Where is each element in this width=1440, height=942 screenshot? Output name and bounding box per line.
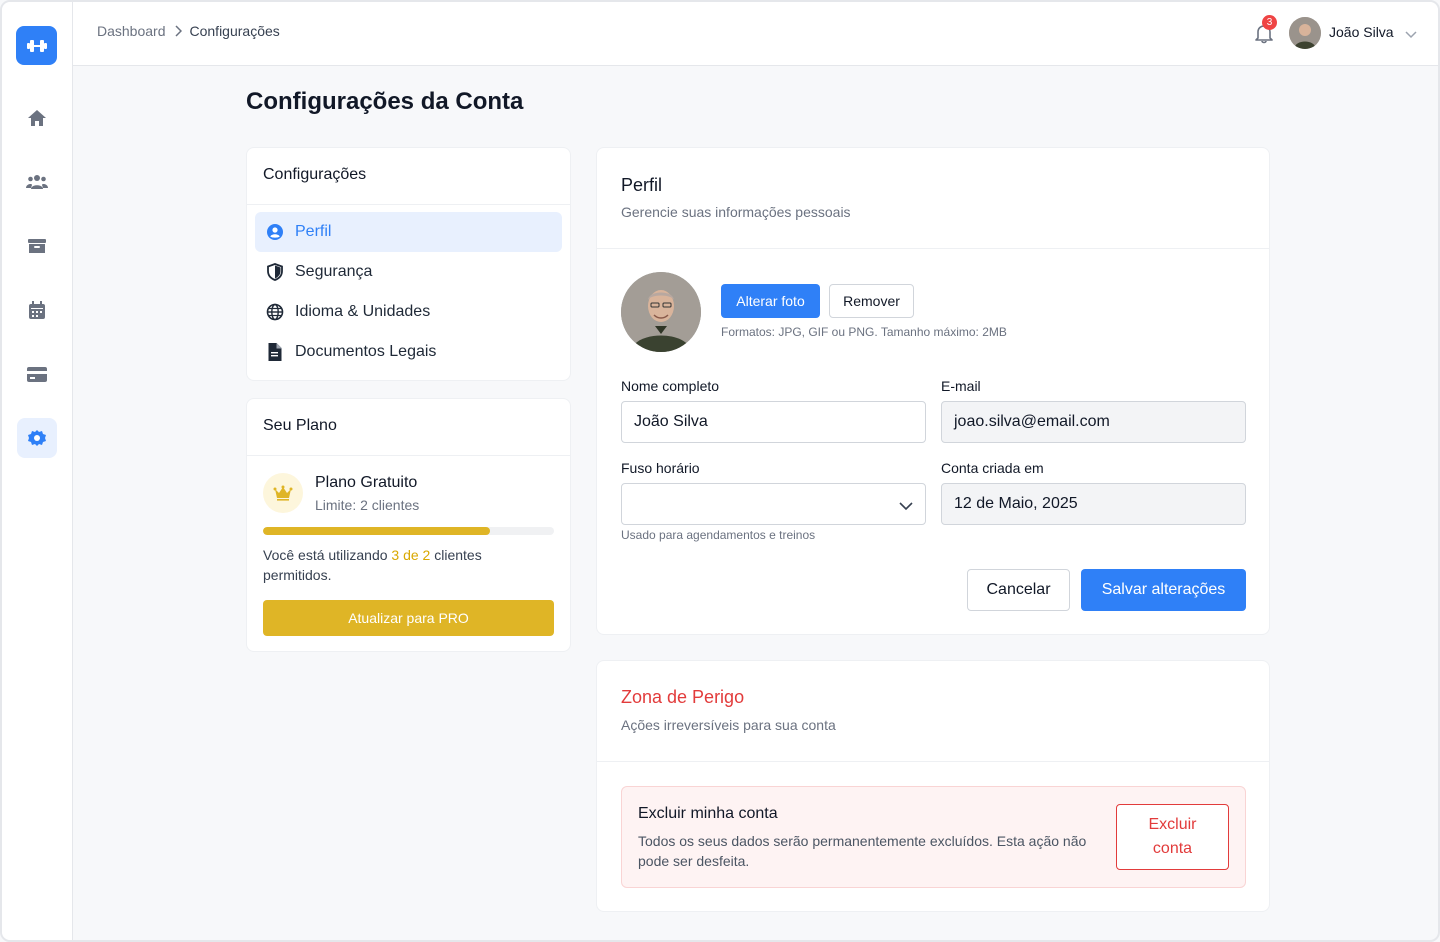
chevron-down-icon [899,498,913,516]
users-icon [26,175,48,189]
shield-icon [265,262,285,282]
timezone-label: Fuso horário [621,460,700,476]
created-label: Conta criada em [941,460,1044,476]
divider [597,248,1269,249]
profile-card: Perfil Gerencie suas informações pessoai… [596,147,1270,635]
menu-item-label: Segurança [295,263,373,280]
delete-account-box: Excluir minha conta Todos os seus dados … [621,786,1246,888]
credit-card-icon [27,366,47,382]
timezone-hint: Usado para agendamentos e treinos [621,528,816,542]
name-label: Nome completo [621,378,720,394]
breadcrumb-current: Configurações [189,23,280,39]
remove-photo-button[interactable]: Remover [829,284,914,318]
change-photo-button[interactable]: Alterar foto [721,284,820,318]
nav-calendar[interactable] [17,290,57,330]
plan-card-title: Seu Plano [263,417,337,434]
breadcrumb: Dashboard Configurações [97,23,280,39]
photo-hint: Formatos: JPG, GIF ou PNG. Tamanho máxim… [721,325,1007,339]
created-field: 12 de Maio, 2025 [941,483,1246,525]
danger-zone-card: Zona de Perigo Ações irreversíveis para … [596,660,1270,912]
document-icon [265,342,285,362]
menu-item-documentos[interactable]: Documentos Legais [255,332,562,372]
settings-menu-title: Configurações [263,166,367,183]
dumbbell-icon [26,39,47,52]
plan-usage-text: Você está utilizando 3 de 2 clientes per… [263,545,533,585]
breadcrumb-root[interactable]: Dashboard [97,23,166,39]
user-avatar[interactable] [1289,17,1321,49]
chevron-down-icon[interactable] [1405,26,1417,44]
menu-item-label: Idioma & Unidades [295,303,431,320]
delete-account-button[interactable]: Excluir conta [1116,804,1229,870]
danger-zone-subtitle: Ações irreversíveis para sua conta [621,717,836,733]
plan-card: Seu Plano Plano Gratuito Limite: 2 clien… [246,398,571,652]
app-window: Dashboard Configurações 3 João Silva Con… [0,0,1440,942]
email-field[interactable]: joao.silva@email.com [941,401,1246,443]
profile-title: Perfil [621,175,663,195]
upgrade-button[interactable]: Atualizar para PRO [263,600,554,636]
globe-icon [265,302,285,322]
cancel-button[interactable]: Cancelar [967,569,1070,611]
usage-count: 3 de 2 [391,547,431,563]
user-name[interactable]: João Silva [1329,24,1394,40]
nav-archive[interactable] [17,226,57,266]
email-label: E-mail [941,378,981,394]
home-icon [28,110,46,126]
archive-icon [28,239,46,253]
menu-item-label: Documentos Legais [295,343,437,360]
menu-item-idioma[interactable]: Idioma & Unidades [255,292,562,332]
nav-home[interactable] [17,98,57,138]
top-bar: Dashboard Configurações 3 João Silva [73,2,1438,66]
save-button[interactable]: Salvar alterações [1081,569,1246,611]
nav-settings[interactable] [17,418,57,458]
plan-limit: Limite: 2 clientes [315,497,420,513]
user-circle-icon [265,222,285,242]
notification-badge: 3 [1262,15,1277,30]
plan-usage-bar [263,527,554,535]
divider [247,455,570,456]
divider [597,761,1269,762]
profile-photo [621,272,701,352]
nav-clients[interactable] [17,162,57,202]
name-field[interactable]: João Silva [621,401,926,443]
divider [247,204,570,205]
menu-item-seguranca[interactable]: Segurança [255,252,562,292]
sidebar [2,2,73,940]
nav-billing[interactable] [17,354,57,394]
gear-icon [28,430,46,446]
danger-zone-title: Zona de Perigo [621,687,745,707]
page-title: Configurações da Conta [246,88,524,115]
app-logo[interactable] [16,26,57,65]
menu-item-label: Perfil [295,223,332,240]
settings-menu-card: Configurações Perfil Segurança Idioma & … [246,147,571,381]
delete-account-title: Excluir minha conta [638,805,778,822]
plan-name: Plano Gratuito [315,474,418,491]
usage-prefix: Você está utilizando [263,547,388,563]
profile-subtitle: Gerencie suas informações pessoais [621,204,851,220]
crown-icon [263,473,303,513]
timezone-select[interactable] [621,483,926,525]
calendar-icon [29,301,45,319]
delete-account-description: Todos os seus dados serão permanentement… [638,833,1087,869]
chevron-right-icon [174,25,182,37]
plan-usage-fill [263,527,490,535]
menu-item-perfil[interactable]: Perfil [255,212,562,252]
